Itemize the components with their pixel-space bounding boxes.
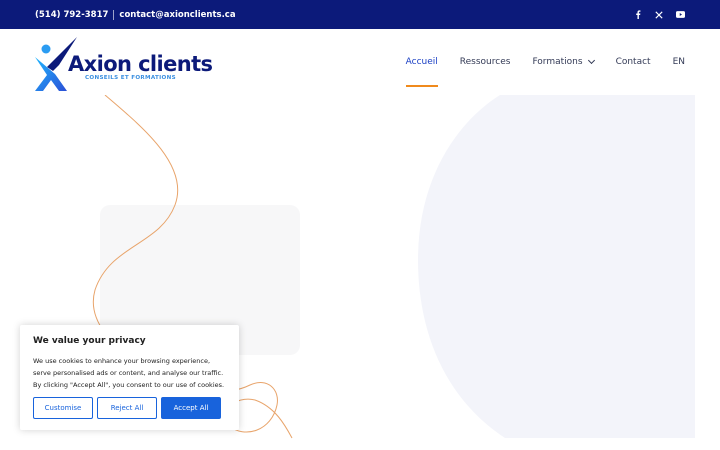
email-link[interactable]: contact@axionclients.ca (114, 10, 235, 20)
accept-all-button[interactable]: Accept All (161, 397, 221, 419)
x-twitter-icon[interactable] (654, 10, 664, 20)
cookie-title: We value your privacy (33, 336, 146, 346)
nav-item-label: Accueil (405, 57, 438, 67)
logo[interactable]: Axion clients CONSEILS ET FORMATIONS (33, 35, 213, 93)
nav-item-label: Formations (532, 57, 583, 67)
phone-link[interactable]: (514) 792-3817 (35, 9, 115, 20)
cookie-body: We use cookies to enhance your browsing … (33, 357, 225, 389)
nav-item-label: EN (672, 57, 685, 67)
logo-text: Axion clients (68, 52, 213, 76)
main-nav: Accueil Ressources Formations Contact EN (405, 29, 685, 95)
chevron-down-icon (587, 56, 595, 65)
nav-item-ressources[interactable]: Ressources (460, 29, 511, 95)
site-header: Axion clients CONSEILS ET FORMATIONS Acc… (0, 29, 720, 95)
youtube-icon[interactable] (675, 10, 685, 20)
facebook-icon[interactable] (633, 10, 643, 20)
nav-item-label: Contact (615, 57, 651, 67)
reject-all-button[interactable]: Reject All (97, 397, 157, 419)
top-contact-bar: (514) 792-3817 contact@axionclients.ca (0, 0, 720, 29)
hero-shape (418, 95, 695, 438)
nav-item-formations[interactable]: Formations (532, 29, 595, 95)
logo-tagline: CONSEILS ET FORMATIONS (85, 75, 176, 81)
nav-item-accueil[interactable]: Accueil (405, 29, 438, 95)
page: (514) 792-3817 contact@axionclients.ca A… (0, 0, 720, 450)
customise-button[interactable]: Customise (33, 397, 93, 419)
cookie-consent-banner: We value your privacy We use cookies to … (20, 325, 239, 430)
cookie-buttons: Customise Reject All Accept All (33, 397, 221, 419)
social-links (633, 10, 685, 20)
nav-item-contact[interactable]: Contact (616, 29, 651, 95)
nav-item-label: Ressources (459, 57, 511, 67)
language-switch[interactable]: EN (673, 29, 685, 95)
